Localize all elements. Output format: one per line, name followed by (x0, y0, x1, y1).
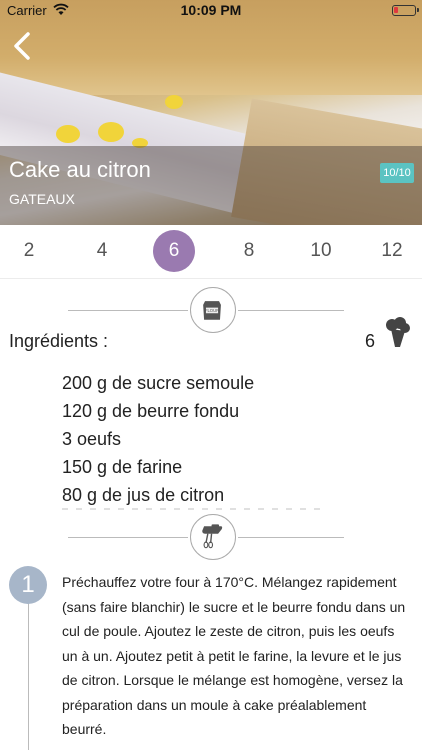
battery-icon (392, 5, 419, 16)
ingredient-item: 150 g de farine (62, 457, 183, 477)
status-time: 10:09 PM (180, 2, 242, 18)
serving-count: 6 (365, 331, 376, 351)
ingredient-item: 200 g de sucre semoule (62, 373, 255, 393)
cut-off-ingredient-row (62, 508, 322, 514)
serving-option-6[interactable]: 6 (153, 230, 195, 272)
preparation-section-icon-circle (190, 514, 236, 560)
serving-option-12[interactable]: 12 (371, 230, 413, 272)
ingredient-item: 3 oeufs (62, 429, 122, 449)
recipe-title: Cake au citron (9, 157, 151, 182)
lemon-zest (165, 95, 183, 109)
serving-option-2[interactable]: 2 (8, 230, 50, 272)
score-badge: 10/10 (380, 163, 414, 183)
section-divider-line (68, 537, 188, 538)
svg-text:FLOUR: FLOUR (205, 308, 219, 313)
recipe-category: GATEAUX (9, 191, 75, 207)
serving-option-8[interactable]: 8 (228, 230, 270, 272)
serving-option-10[interactable]: 10 (300, 230, 342, 272)
steps-timeline-line (28, 602, 29, 750)
hand-mixer-icon (202, 524, 223, 549)
lemon-zest (98, 122, 124, 142)
step-text: Préchauffez votre four à 170°C. Mélangez… (62, 574, 406, 737)
ingredient-item: 80 g de jus de citron (62, 485, 225, 505)
ingredients-label: Ingrédients : (9, 331, 109, 351)
servings-selector: 2 4 6 8 10 12 (0, 226, 422, 279)
ingredient-list: 200 g de sucre semoule 120 g de beurre f… (62, 369, 254, 509)
serving-option-4[interactable]: 4 (81, 230, 123, 272)
ingredients-section-icon-circle: FLOUR (190, 287, 236, 333)
section-divider-line (238, 537, 344, 538)
flour-bag-icon: FLOUR (203, 301, 221, 320)
chef-hat-icon (386, 317, 410, 347)
back-chevron-icon[interactable] (8, 28, 36, 64)
section-divider-line (238, 310, 344, 311)
ingredient-item: 120 g de beurre fondu (62, 401, 240, 421)
status-bar: Carrier 10:09 PM (0, 0, 422, 22)
lemon-zest (56, 125, 80, 143)
step-number-badge: 1 (9, 566, 47, 604)
section-divider-line (68, 310, 188, 311)
